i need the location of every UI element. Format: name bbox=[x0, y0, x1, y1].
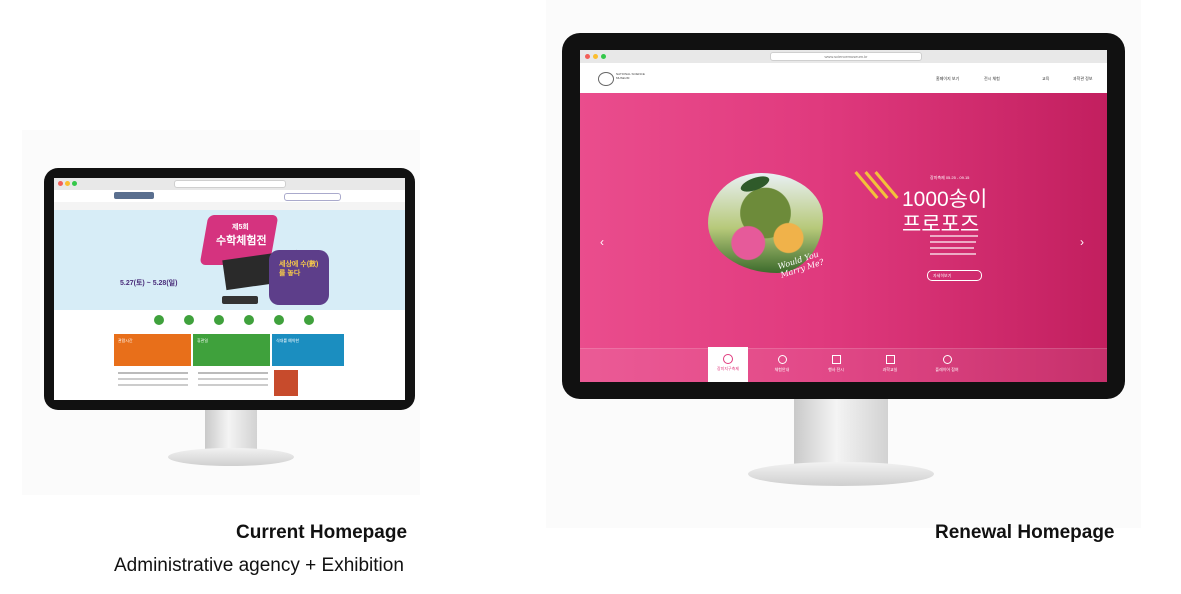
strip-item-5[interactable]: 플레이어 참여 bbox=[922, 355, 972, 373]
strip-item-2-label: 체험안내 bbox=[774, 367, 790, 372]
hero-more-button-label: 자세히보기 bbox=[933, 273, 952, 278]
strip-item-1[interactable]: 장미지구축제 bbox=[708, 347, 748, 382]
left-hero-controls[interactable] bbox=[222, 296, 258, 304]
strip-item-2[interactable]: 체험안내 bbox=[760, 355, 804, 373]
right-logo-text: NATIONAL SCIENCE MUSEUM bbox=[616, 72, 645, 80]
left-hero-right-text: 세상에 수(數)를 놓다 bbox=[279, 261, 319, 277]
strip-item-4[interactable]: 과학교실 bbox=[868, 355, 912, 373]
hero-next-arrow[interactable]: › bbox=[1080, 235, 1084, 249]
strip-item-1-label: 장미지구축제 bbox=[716, 366, 740, 371]
hero-event-date: 장미축제 05.25 - 09.15 bbox=[930, 175, 970, 180]
right-stand-base bbox=[748, 462, 934, 486]
left-tile-closed-label: 휴관일 bbox=[197, 338, 209, 343]
left-caption-title: Current Homepage bbox=[236, 522, 408, 543]
right-hero: Would You Marry Me? 장미축제 05.25 - 09.15 1… bbox=[580, 93, 1107, 382]
right-nav-4[interactable]: 과학관 정보 bbox=[1073, 76, 1093, 82]
left-caption-subtitle: Administrative agency + Exhibition bbox=[114, 555, 404, 576]
left-quicklinks[interactable] bbox=[114, 310, 344, 332]
right-header: NATIONAL SCIENCE MUSEUM 홈페이지 보기 전시 체험 교육… bbox=[580, 63, 1107, 93]
strip-item-5-label: 플레이어 참여 bbox=[935, 367, 959, 372]
left-tile-reserve-label: 식대를 예약한 bbox=[276, 338, 300, 343]
left-hero-title1: 제5회 bbox=[232, 224, 249, 231]
right-nav-3[interactable]: 교육 bbox=[1042, 76, 1049, 82]
right-nav-1[interactable]: 홈페이지 보기 bbox=[936, 76, 959, 82]
left-news-list bbox=[114, 368, 344, 400]
right-logo-icon bbox=[598, 72, 614, 86]
left-stand-base bbox=[168, 448, 294, 466]
right-monitor: www.sciencemuseum.kr NATIONAL SCIENCE MU… bbox=[562, 33, 1125, 399]
hero-headline-2: 프로포즈 bbox=[902, 213, 980, 236]
left-header bbox=[54, 190, 405, 202]
left-search-input[interactable] bbox=[284, 193, 341, 201]
strip-item-4-label: 과학교실 bbox=[882, 367, 898, 372]
left-tile-hours-label: 관람시간 bbox=[118, 338, 133, 343]
right-nav-2[interactable]: 전시 체험 bbox=[984, 76, 1000, 82]
left-tile-reserve[interactable]: 식대를 예약한 bbox=[272, 334, 344, 366]
right-browser-bar: www.sciencemuseum.kr bbox=[580, 50, 1107, 64]
right-url-bar[interactable]: www.sciencemuseum.kr bbox=[770, 52, 922, 61]
strip-item-3-label: 행사 전시 bbox=[828, 367, 844, 372]
hero-bottom-strip: 장미지구축제 체험안내 행사 전시 과학교실 플레이어 참여 bbox=[580, 347, 1107, 382]
right-url-text: www.sciencemuseum.kr bbox=[824, 54, 868, 59]
left-tile-closed[interactable]: 휴관일 bbox=[193, 334, 270, 366]
hero-prev-arrow[interactable]: ‹ bbox=[600, 235, 604, 249]
hero-more-button[interactable]: 자세히보기 bbox=[927, 270, 982, 281]
left-hero-title2: 수학체험전 bbox=[216, 235, 267, 247]
left-hero-date: 5.27(토) ~ 5.28(일) bbox=[120, 280, 178, 287]
right-caption-title: Renewal Homepage bbox=[935, 522, 1115, 543]
right-stand-neck bbox=[794, 399, 888, 471]
left-tile-hours[interactable]: 관람시간 bbox=[114, 334, 191, 366]
left-hero: 제5회 수학체험전 5.27(토) ~ 5.28(일) 세상에 수(數)를 놓다 bbox=[54, 210, 405, 310]
strip-item-3[interactable]: 행사 전시 bbox=[814, 355, 858, 373]
left-logo bbox=[114, 192, 154, 199]
left-screen: 제5회 수학체험전 5.27(토) ~ 5.28(일) 세상에 수(數)를 놓다… bbox=[54, 178, 405, 400]
right-screen: www.sciencemuseum.kr NATIONAL SCIENCE MU… bbox=[580, 50, 1107, 382]
left-monitor: 제5회 수학체험전 5.27(토) ~ 5.28(일) 세상에 수(數)를 놓다… bbox=[44, 168, 415, 410]
hero-desc-lines bbox=[930, 235, 980, 265]
